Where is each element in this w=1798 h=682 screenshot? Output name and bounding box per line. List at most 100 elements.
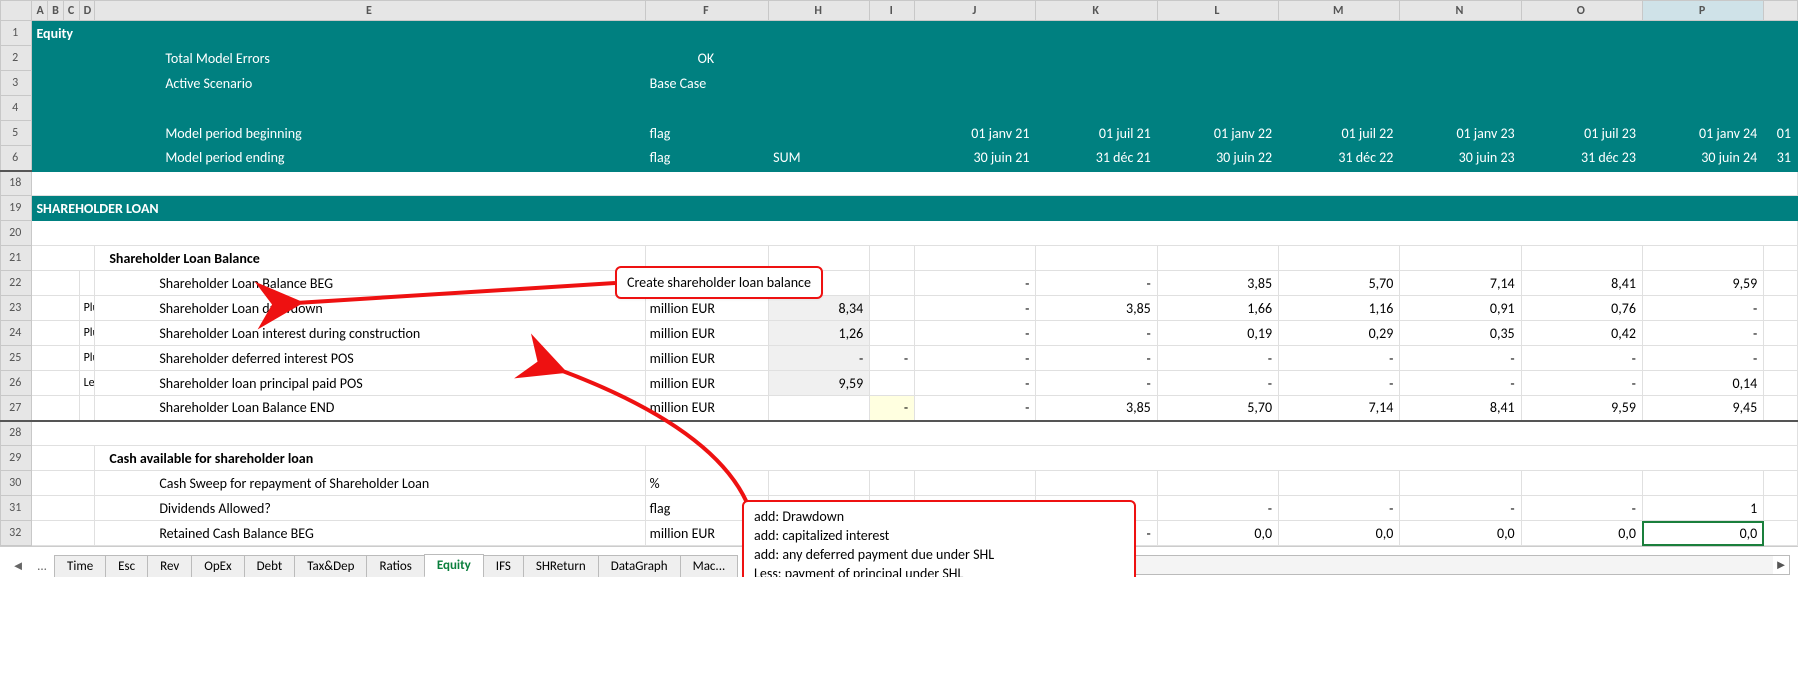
k-26: - <box>1036 371 1157 396</box>
j-24: - <box>915 321 1036 346</box>
horizontal-scrollbar[interactable]: ◄ ► <box>777 555 1790 575</box>
row-1[interactable]: 1 Equity <box>1 21 1798 46</box>
col-next[interactable] <box>1764 1 1798 21</box>
tab-shreturn[interactable]: SHReturn <box>523 555 599 577</box>
col-E[interactable]: E <box>95 1 645 21</box>
col-B[interactable]: B <box>48 1 64 21</box>
grid[interactable]: A B C D E F H I J K L M N O P 1 Equity <box>0 0 1798 546</box>
tab-ifs[interactable]: IFS <box>483 555 524 577</box>
j-25: - <box>915 346 1036 371</box>
row-head-25[interactable]: 25 <box>1 346 32 371</box>
row-head-24[interactable]: 24 <box>1 321 32 346</box>
tab-time[interactable]: Time <box>54 555 106 577</box>
row-head-3[interactable]: 3 <box>1 71 32 96</box>
scroll-right-icon[interactable]: ► <box>1773 557 1789 573</box>
o-25: - <box>1521 346 1642 371</box>
scroll-left-icon[interactable]: ◄ <box>778 557 794 573</box>
row-24[interactable]: 24 Plus Shareholder Loan interest during… <box>1 321 1798 346</box>
col-K[interactable]: K <box>1036 1 1157 21</box>
row-head-19[interactable]: 19 <box>1 196 32 221</box>
row-head-4[interactable]: 4 <box>1 96 32 121</box>
row-19-section[interactable]: 19 SHAREHOLDER LOAN <box>1 196 1798 221</box>
row-18[interactable]: 18 <box>1 171 1798 196</box>
row-32[interactable]: 32 Retained Cash Balance BEG million EUR… <box>1 521 1798 546</box>
i-26 <box>870 371 915 396</box>
tab-rev[interactable]: Rev <box>147 555 192 577</box>
row-31[interactable]: 31 Dividends Allowed? flag - - - - 1 <box>1 496 1798 521</box>
j-23: - <box>915 296 1036 321</box>
row-22[interactable]: 22 Shareholder Loan Balance BEG million … <box>1 271 1798 296</box>
col-D[interactable]: D <box>79 1 95 21</box>
i-24 <box>870 321 915 346</box>
column-headers[interactable]: A B C D E F H I J K L M N O P <box>1 1 1798 21</box>
sheet-tab-bar[interactable]: ◄ ... Time Esc Rev OpEx Debt Tax&Dep Rat… <box>0 546 1798 577</box>
row-head-26[interactable]: 26 <box>1 371 32 396</box>
m-25: - <box>1279 346 1400 371</box>
row-3[interactable]: 3 Active Scenario Base Case <box>1 71 1798 96</box>
row-27[interactable]: 27 Shareholder Loan Balance END million … <box>1 396 1798 421</box>
o-26: - <box>1521 371 1642 396</box>
row-head-27[interactable]: 27 <box>1 396 32 421</box>
row-26[interactable]: 26 Less Shareholder loan principal paid … <box>1 371 1798 396</box>
col-N[interactable]: N <box>1400 1 1521 21</box>
tab-equity[interactable]: Equity <box>424 554 484 577</box>
row-head-28[interactable]: 28 <box>1 421 32 446</box>
tab-taxdep[interactable]: Tax&Dep <box>294 555 367 577</box>
i-22 <box>870 271 915 296</box>
scroll-track[interactable] <box>794 556 1773 574</box>
col-M[interactable]: M <box>1279 1 1400 21</box>
col-L[interactable]: L <box>1157 1 1278 21</box>
tab-debt[interactable]: Debt <box>244 555 296 577</box>
p-24: - <box>1642 321 1763 346</box>
row-23[interactable]: 23 Plus Shareholder Loan drawdown millio… <box>1 296 1798 321</box>
row-5[interactable]: 5 Model period beginning flag 01 janv 21… <box>1 121 1798 146</box>
tab-ratios[interactable]: Ratios <box>366 555 424 577</box>
row-head-20[interactable]: 20 <box>1 221 32 246</box>
p-25: - <box>1642 346 1763 371</box>
col-C[interactable]: C <box>63 1 79 21</box>
col-J[interactable]: J <box>915 1 1036 21</box>
row-21[interactable]: 21 Shareholder Loan Balance <box>1 246 1798 271</box>
row-head-32[interactable]: 32 <box>1 521 32 546</box>
row-head-22[interactable]: 22 <box>1 271 32 296</box>
tab-nav-more-icon[interactable]: ... <box>30 555 54 577</box>
row-4[interactable]: 4 <box>1 96 1798 121</box>
row-2[interactable]: 2 Total Model Errors OK <box>1 46 1798 71</box>
o-23: 0,76 <box>1521 296 1642 321</box>
row-head-1[interactable]: 1 <box>1 21 32 46</box>
tab-esc[interactable]: Esc <box>105 555 148 577</box>
row-head-29[interactable]: 29 <box>1 446 32 471</box>
row-6[interactable]: 6 Model period ending flag SUM 30 juin 2… <box>1 146 1798 171</box>
col-O[interactable]: O <box>1521 1 1642 21</box>
label-27: Shareholder Loan Balance END <box>95 396 645 421</box>
col-A[interactable]: A <box>32 1 48 21</box>
col-F[interactable]: F <box>645 1 769 21</box>
row-head-21[interactable]: 21 <box>1 246 32 271</box>
row-head-18[interactable]: 18 <box>1 171 32 196</box>
row-head-30[interactable]: 30 <box>1 471 32 496</box>
select-all-corner[interactable] <box>1 1 32 21</box>
col-P[interactable]: P <box>1642 1 1763 21</box>
row-25[interactable]: 25 Plus Shareholder deferred interest PO… <box>1 346 1798 371</box>
p-32-selected-cell[interactable]: 0,0 <box>1642 521 1763 546</box>
col-I[interactable]: I <box>870 1 915 21</box>
row-head-5[interactable]: 5 <box>1 121 32 146</box>
row-20[interactable]: 20 <box>1 221 1798 246</box>
row-30[interactable]: 30 Cash Sweep for repayment of Sharehold… <box>1 471 1798 496</box>
row-29[interactable]: 29 Cash available for shareholder loan <box>1 446 1798 471</box>
row-head-6[interactable]: 6 <box>1 146 32 171</box>
tab-opex[interactable]: OpEx <box>191 555 244 577</box>
col-H[interactable]: H <box>769 1 870 21</box>
row-28[interactable]: 28 <box>1 421 1798 446</box>
row-head-2[interactable]: 2 <box>1 46 32 71</box>
tab-datagraph[interactable]: DataGraph <box>598 555 681 577</box>
tab-mac[interactable]: Mac... <box>680 555 739 577</box>
m-26: - <box>1279 371 1400 396</box>
unit-22: million EUR <box>645 271 769 296</box>
row-head-31[interactable]: 31 <box>1 496 32 521</box>
prefix-26: Less <box>79 371 95 396</box>
h-25: - <box>769 346 870 371</box>
row-head-23[interactable]: 23 <box>1 296 32 321</box>
tab-nav-prev-icon[interactable]: ◄ <box>6 555 30 577</box>
add-sheet-icon[interactable]: ＋ <box>745 553 769 577</box>
